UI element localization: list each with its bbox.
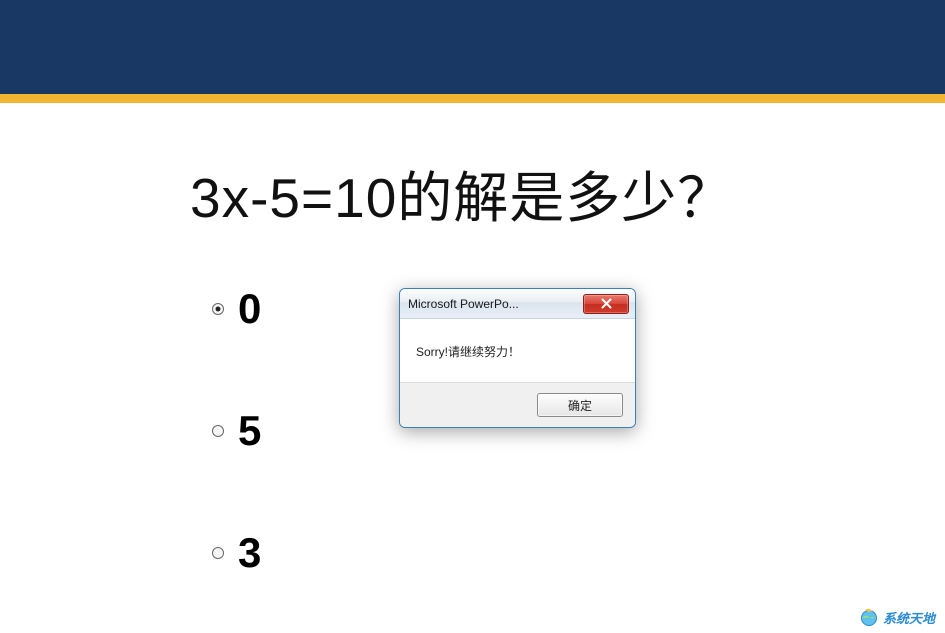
close-icon — [601, 298, 612, 309]
header-band — [0, 0, 945, 94]
option-label: 3 — [238, 529, 261, 577]
dialog-titlebar[interactable]: Microsoft PowerPo... — [400, 289, 635, 319]
dialog-footer: 确定 — [400, 383, 635, 427]
watermark: 系统天地 — [859, 607, 935, 627]
option-2[interactable]: 3 — [212, 529, 945, 577]
message-dialog: Microsoft PowerPo... Sorry!请继续努力！ 确定 — [399, 288, 636, 428]
radio-icon[interactable] — [212, 303, 224, 315]
ok-button[interactable]: 确定 — [537, 393, 623, 417]
ok-button-label: 确定 — [568, 397, 592, 414]
accent-stripe — [0, 94, 945, 103]
option-label: 5 — [238, 407, 261, 455]
radio-icon[interactable] — [212, 547, 224, 559]
close-button[interactable] — [583, 294, 629, 314]
watermark-text: 系统天地 — [883, 608, 935, 627]
radio-icon[interactable] — [212, 425, 224, 437]
option-label: 0 — [238, 285, 261, 333]
globe-icon — [859, 607, 879, 627]
dialog-title: Microsoft PowerPo... — [408, 297, 519, 311]
question-text: 3x-5=10的解是多少？ — [190, 153, 945, 233]
dialog-message: Sorry!请继续努力！ — [400, 319, 635, 383]
